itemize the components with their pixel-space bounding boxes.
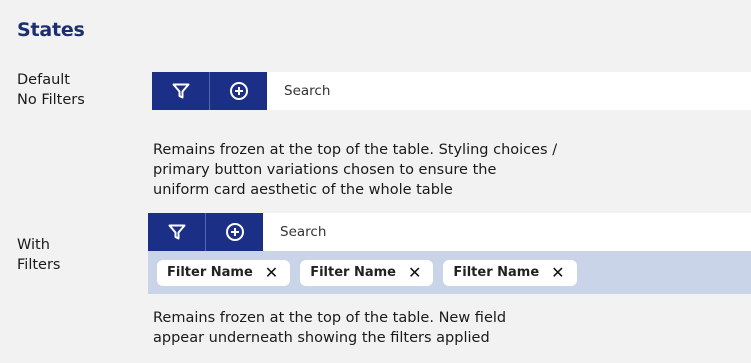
close-icon[interactable]: ✕: [551, 264, 564, 281]
filter-icon: [171, 81, 191, 101]
filter-button[interactable]: [148, 213, 206, 251]
search-input[interactable]: Search: [267, 72, 751, 110]
filter-chip-label: Filter Name: [167, 265, 253, 280]
search-input[interactable]: Search: [263, 213, 751, 251]
description-line: primary button variations chosen to ensu…: [153, 162, 497, 178]
filter-chip[interactable]: Filter Name ✕: [300, 259, 434, 286]
state-label-line2: Filters: [17, 257, 61, 273]
description-line: Remains frozen at the top of the table. …: [153, 310, 507, 326]
state-label-line1: With: [17, 237, 50, 253]
filter-button[interactable]: [152, 72, 210, 110]
add-circle-icon: [229, 81, 249, 101]
table-toolbar-default: Search: [152, 72, 751, 110]
description-line: uniform card aesthetic of the whole tabl…: [153, 182, 453, 198]
filter-chip[interactable]: Filter Name ✕: [443, 259, 577, 286]
description-default: Remains frozen at the top of the table. …: [153, 140, 557, 200]
description-line: appear underneath showing the filters ap…: [153, 330, 490, 346]
filter-chip-label: Filter Name: [310, 265, 396, 280]
table-toolbar-with-filters: Search: [148, 213, 751, 251]
description-with-filters: Remains frozen at the top of the table. …: [153, 308, 506, 348]
close-icon[interactable]: ✕: [408, 264, 421, 281]
state-label-with-filters: With Filters: [17, 235, 60, 275]
add-button[interactable]: [210, 72, 267, 110]
filter-chip[interactable]: Filter Name ✕: [157, 259, 291, 286]
state-label-default: Default No Filters: [17, 70, 85, 110]
applied-filters-bar: Filter Name ✕ Filter Name ✕ Filter Name …: [148, 251, 751, 294]
close-icon[interactable]: ✕: [265, 264, 278, 281]
section-title: States: [17, 19, 85, 41]
add-button[interactable]: [206, 213, 263, 251]
description-line: Remains frozen at the top of the table. …: [153, 142, 558, 158]
state-label-line2: No Filters: [17, 92, 85, 108]
state-label-line1: Default: [17, 72, 70, 88]
add-circle-icon: [225, 222, 245, 242]
filter-chip-label: Filter Name: [453, 265, 540, 280]
filter-icon: [167, 222, 187, 242]
